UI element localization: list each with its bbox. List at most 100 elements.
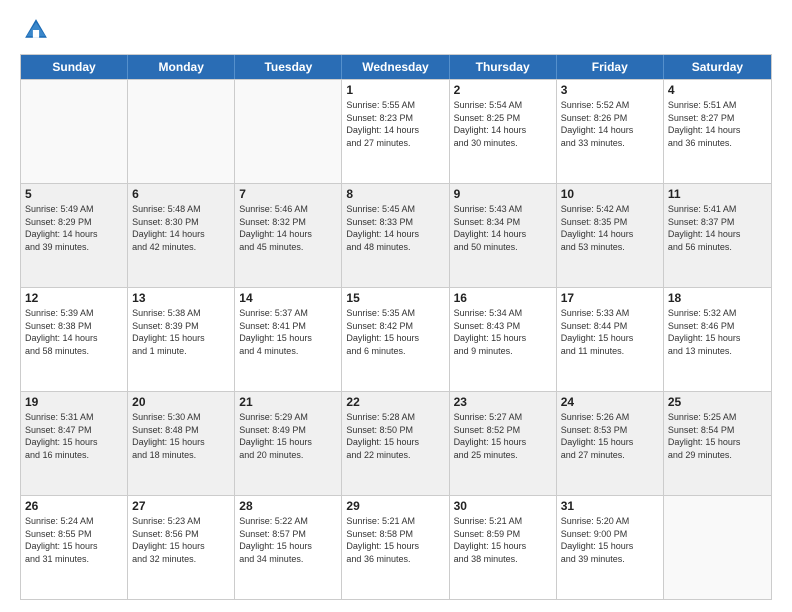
cell-info: Sunrise: 5:46 AM Sunset: 8:32 PM Dayligh… xyxy=(239,203,337,253)
cell-info: Sunrise: 5:24 AM Sunset: 8:55 PM Dayligh… xyxy=(25,515,123,565)
cell-info: Sunrise: 5:45 AM Sunset: 8:33 PM Dayligh… xyxy=(346,203,444,253)
cell-info: Sunrise: 5:39 AM Sunset: 8:38 PM Dayligh… xyxy=(25,307,123,357)
day-number: 13 xyxy=(132,291,230,305)
cell-info: Sunrise: 5:38 AM Sunset: 8:39 PM Dayligh… xyxy=(132,307,230,357)
day-number: 26 xyxy=(25,499,123,513)
cal-cell-day-31: 31 Sunrise: 5:20 AM Sunset: 9:00 PM Dayli… xyxy=(557,496,664,599)
day-number: 25 xyxy=(668,395,767,409)
day-number: 5 xyxy=(25,187,123,201)
cal-cell-empty xyxy=(664,496,771,599)
day-number: 22 xyxy=(346,395,444,409)
cal-cell-day-22: 22 Sunrise: 5:28 AM Sunset: 8:50 PM Dayli… xyxy=(342,392,449,495)
cal-cell-day-20: 20 Sunrise: 5:30 AM Sunset: 8:48 PM Dayli… xyxy=(128,392,235,495)
cal-cell-day-25: 25Sunrise: 5:25 AM Sunset: 8:54 PM Dayli… xyxy=(664,392,771,495)
cell-info: Sunrise: 5:22 AM Sunset: 8:57 PM Dayligh… xyxy=(239,515,337,565)
cal-header-monday: Monday xyxy=(128,55,235,79)
cal-header-friday: Friday xyxy=(557,55,664,79)
cal-cell-day-23: 23 Sunrise: 5:27 AM Sunset: 8:52 PM Dayli… xyxy=(450,392,557,495)
cell-info: Sunrise: 5:54 AM Sunset: 8:25 PM Dayligh… xyxy=(454,99,552,149)
cell-info: Sunrise: 5:28 AM Sunset: 8:50 PM Dayligh… xyxy=(346,411,444,461)
day-number: 20 xyxy=(132,395,230,409)
cal-cell-day-2: 2 Sunrise: 5:54 AM Sunset: 8:25 PM Daylig… xyxy=(450,80,557,183)
cal-cell-day-4: 4 Sunrise: 5:51 AM Sunset: 8:27 PM Daylig… xyxy=(664,80,771,183)
day-number: 8 xyxy=(346,187,444,201)
day-number: 14 xyxy=(239,291,337,305)
header xyxy=(20,16,772,44)
day-number: 15 xyxy=(346,291,444,305)
cell-info: Sunrise: 5:55 AM Sunset: 8:23 PM Dayligh… xyxy=(346,99,444,149)
cal-cell-day-17: 17 Sunrise: 5:33 AM Sunset: 8:44 PM Dayli… xyxy=(557,288,664,391)
logo xyxy=(20,16,50,44)
day-number: 19 xyxy=(25,395,123,409)
cell-info: Sunrise: 5:48 AM Sunset: 8:30 PM Dayligh… xyxy=(132,203,230,253)
cal-header-wednesday: Wednesday xyxy=(342,55,449,79)
cal-cell-day-30: 30Sunrise: 5:21 AM Sunset: 8:59 PM Dayli… xyxy=(450,496,557,599)
cal-cell-day-14: 14 Sunrise: 5:37 AM Sunset: 8:41 PM Dayli… xyxy=(235,288,342,391)
day-number: 3 xyxy=(561,83,659,97)
day-number: 21 xyxy=(239,395,337,409)
cal-header-thursday: Thursday xyxy=(450,55,557,79)
day-number: 28 xyxy=(239,499,337,513)
page: SundayMondayTuesdayWednesdayThursdayFrid… xyxy=(0,0,792,612)
cell-info: Sunrise: 5:37 AM Sunset: 8:41 PM Dayligh… xyxy=(239,307,337,357)
day-number: 2 xyxy=(454,83,552,97)
cal-cell-day-26: 26 Sunrise: 5:24 AM Sunset: 8:55 PM Dayli… xyxy=(21,496,128,599)
day-number: 12 xyxy=(25,291,123,305)
cal-cell-empty xyxy=(235,80,342,183)
cal-cell-day-21: 21 Sunrise: 5:29 AM Sunset: 8:49 PM Dayli… xyxy=(235,392,342,495)
cal-cell-empty xyxy=(21,80,128,183)
calendar-body: 1 Sunrise: 5:55 AM Sunset: 8:23 PM Daylig… xyxy=(21,79,771,599)
cell-info: Sunrise: 5:21 AM Sunset: 8:58 PM Dayligh… xyxy=(346,515,444,565)
cal-cell-day-24: 24Sunrise: 5:26 AM Sunset: 8:53 PM Dayli… xyxy=(557,392,664,495)
calendar: SundayMondayTuesdayWednesdayThursdayFrid… xyxy=(20,54,772,600)
cell-info: Sunrise: 5:49 AM Sunset: 8:29 PM Dayligh… xyxy=(25,203,123,253)
day-number: 31 xyxy=(561,499,659,513)
cell-info: Sunrise: 5:32 AM Sunset: 8:46 PM Dayligh… xyxy=(668,307,767,357)
cell-info: Sunrise: 5:42 AM Sunset: 8:35 PM Dayligh… xyxy=(561,203,659,253)
cell-info: Sunrise: 5:30 AM Sunset: 8:48 PM Dayligh… xyxy=(132,411,230,461)
cell-info: Sunrise: 5:29 AM Sunset: 8:49 PM Dayligh… xyxy=(239,411,337,461)
cal-cell-day-13: 13 Sunrise: 5:38 AM Sunset: 8:39 PM Dayli… xyxy=(128,288,235,391)
cell-info: Sunrise: 5:52 AM Sunset: 8:26 PM Dayligh… xyxy=(561,99,659,149)
day-number: 4 xyxy=(668,83,767,97)
cal-cell-day-18: 18 Sunrise: 5:32 AM Sunset: 8:46 PM Dayli… xyxy=(664,288,771,391)
day-number: 30 xyxy=(454,499,552,513)
day-number: 9 xyxy=(454,187,552,201)
cal-cell-day-11: 11Sunrise: 5:41 AM Sunset: 8:37 PM Dayli… xyxy=(664,184,771,287)
cal-cell-day-7: 7 Sunrise: 5:46 AM Sunset: 8:32 PM Daylig… xyxy=(235,184,342,287)
cell-info: Sunrise: 5:43 AM Sunset: 8:34 PM Dayligh… xyxy=(454,203,552,253)
cal-row-1: 5 Sunrise: 5:49 AM Sunset: 8:29 PM Daylig… xyxy=(21,183,771,287)
cal-cell-day-5: 5 Sunrise: 5:49 AM Sunset: 8:29 PM Daylig… xyxy=(21,184,128,287)
cell-info: Sunrise: 5:34 AM Sunset: 8:43 PM Dayligh… xyxy=(454,307,552,357)
cell-info: Sunrise: 5:20 AM Sunset: 9:00 PM Dayligh… xyxy=(561,515,659,565)
cal-row-4: 26 Sunrise: 5:24 AM Sunset: 8:55 PM Dayli… xyxy=(21,495,771,599)
day-number: 23 xyxy=(454,395,552,409)
cal-row-3: 19Sunrise: 5:31 AM Sunset: 8:47 PM Dayli… xyxy=(21,391,771,495)
cal-cell-empty xyxy=(128,80,235,183)
cell-info: Sunrise: 5:27 AM Sunset: 8:52 PM Dayligh… xyxy=(454,411,552,461)
cal-cell-day-28: 28 Sunrise: 5:22 AM Sunset: 8:57 PM Dayli… xyxy=(235,496,342,599)
cal-cell-day-27: 27Sunrise: 5:23 AM Sunset: 8:56 PM Dayli… xyxy=(128,496,235,599)
cal-cell-day-15: 15 Sunrise: 5:35 AM Sunset: 8:42 PM Dayli… xyxy=(342,288,449,391)
day-number: 17 xyxy=(561,291,659,305)
cal-cell-day-10: 10 Sunrise: 5:42 AM Sunset: 8:35 PM Dayli… xyxy=(557,184,664,287)
cal-cell-day-12: 12 Sunrise: 5:39 AM Sunset: 8:38 PM Dayli… xyxy=(21,288,128,391)
cell-info: Sunrise: 5:51 AM Sunset: 8:27 PM Dayligh… xyxy=(668,99,767,149)
cal-row-0: 1 Sunrise: 5:55 AM Sunset: 8:23 PM Daylig… xyxy=(21,79,771,183)
cal-cell-day-16: 16Sunrise: 5:34 AM Sunset: 8:43 PM Dayli… xyxy=(450,288,557,391)
cal-cell-day-9: 9 Sunrise: 5:43 AM Sunset: 8:34 PM Daylig… xyxy=(450,184,557,287)
day-number: 1 xyxy=(346,83,444,97)
cal-cell-day-8: 8 Sunrise: 5:45 AM Sunset: 8:33 PM Daylig… xyxy=(342,184,449,287)
day-number: 18 xyxy=(668,291,767,305)
cell-info: Sunrise: 5:33 AM Sunset: 8:44 PM Dayligh… xyxy=(561,307,659,357)
cell-info: Sunrise: 5:41 AM Sunset: 8:37 PM Dayligh… xyxy=(668,203,767,253)
cal-header-tuesday: Tuesday xyxy=(235,55,342,79)
calendar-header: SundayMondayTuesdayWednesdayThursdayFrid… xyxy=(21,55,771,79)
cell-info: Sunrise: 5:35 AM Sunset: 8:42 PM Dayligh… xyxy=(346,307,444,357)
cal-row-2: 12 Sunrise: 5:39 AM Sunset: 8:38 PM Dayli… xyxy=(21,287,771,391)
cal-header-sunday: Sunday xyxy=(21,55,128,79)
day-number: 7 xyxy=(239,187,337,201)
cal-cell-day-3: 3 Sunrise: 5:52 AM Sunset: 8:26 PM Daylig… xyxy=(557,80,664,183)
day-number: 27 xyxy=(132,499,230,513)
day-number: 10 xyxy=(561,187,659,201)
